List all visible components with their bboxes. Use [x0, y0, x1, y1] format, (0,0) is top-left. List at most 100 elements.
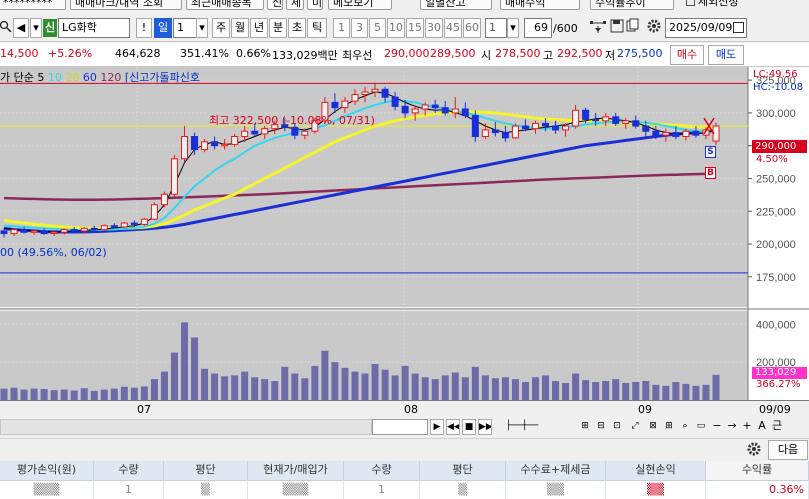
- unfilled-tab[interactable]: 미: [307, 0, 323, 10]
- candle-body: [411, 108, 419, 114]
- period-daily-button[interactable]: 일: [154, 18, 172, 38]
- period-tick-button[interactable]: 틱: [307, 18, 327, 38]
- trade-mark-tab[interactable]: 매매마크/내역 조회: [70, 0, 182, 10]
- crosshair-icon[interactable]: [588, 18, 610, 38]
- return-trend-tab[interactable]: 수익률추이: [590, 0, 674, 10]
- grid-icon[interactable]: ⊡: [610, 419, 624, 435]
- candle-body: [652, 130, 660, 136]
- magnify-icon[interactable]: ⌕: [678, 419, 692, 435]
- scrollbar-track[interactable]: [0, 419, 372, 435]
- account-tab[interactable]: *********: [0, 0, 66, 10]
- sell-button[interactable]: 매도: [708, 45, 744, 65]
- candle-body: [291, 126, 299, 136]
- memo-tab[interactable]: 메모보기: [328, 0, 392, 10]
- credit-tab[interactable]: 신: [267, 0, 283, 10]
- volume-bar: [241, 371, 249, 400]
- stop-icon[interactable]: ■: [462, 419, 476, 435]
- extra-button[interactable]: 근: [770, 419, 784, 435]
- scrollbar-thumb[interactable]: [372, 419, 428, 435]
- volume-tag: 133,029: [752, 367, 807, 379]
- volume-bar: [50, 390, 58, 400]
- chart-controls: ▶ ◀◀ ■ ▶▶ ├──┼── ⊞ ⊟ ⊡ ⤢ ⊠ ⊞ ⌕ ▭ − → + A…: [0, 418, 809, 438]
- rewind-icon[interactable]: ◀◀: [446, 419, 460, 435]
- tick-15-button[interactable]: 15: [406, 18, 424, 38]
- zoom-out-icon[interactable]: −: [710, 419, 724, 435]
- candle-body: [511, 125, 519, 139]
- indicator-icon[interactable]: ⊟: [594, 419, 608, 435]
- chart-type-icon[interactable]: ⊠: [646, 419, 660, 435]
- tick-10-button[interactable]: 10: [387, 18, 405, 38]
- next-button[interactable]: 다음: [768, 440, 808, 460]
- daily-balance-tab[interactable]: 일별잔고: [420, 0, 492, 10]
- price-chart[interactable]: 325,000300,000275,000250,000225,000200,0…: [0, 67, 809, 400]
- tick-3-button[interactable]: 3: [351, 18, 368, 38]
- tick-dropdown-icon[interactable]: ▾: [507, 18, 519, 38]
- fill-tab[interactable]: 체: [286, 0, 304, 10]
- candle-body: [241, 130, 249, 138]
- volume-bar: [381, 369, 389, 400]
- period-dropdown-icon[interactable]: ▾: [196, 18, 208, 38]
- buy-signal-marker[interactable]: B: [705, 167, 716, 179]
- volume-bar: [251, 377, 259, 400]
- tick-30-button[interactable]: 30: [425, 18, 443, 38]
- candle-body: [431, 104, 439, 109]
- date-input[interactable]: 2025/09/09: [665, 18, 747, 38]
- play-icon[interactable]: ▶: [430, 419, 444, 435]
- expand-icon[interactable]: ⤢: [628, 419, 642, 435]
- tick-1-button[interactable]: 1: [333, 18, 350, 38]
- period-second-button[interactable]: 초: [288, 18, 306, 38]
- alert-button[interactable]: !: [136, 18, 152, 38]
- tick-60-button[interactable]: 60: [463, 18, 481, 38]
- candle-body: [562, 125, 570, 131]
- period-month-button[interactable]: 월: [231, 18, 249, 38]
- calendar-icon[interactable]: [733, 22, 744, 33]
- candle-body: [421, 104, 429, 110]
- best-bid-1: 290,000: [384, 47, 430, 60]
- volume-pct-tag: 366.27%: [756, 379, 801, 390]
- candle-body: [201, 141, 209, 151]
- arrow-icon[interactable]: →: [725, 419, 739, 435]
- th-price-ratio: 현재가/매입가: [248, 461, 344, 480]
- period-year-button[interactable]: 년: [250, 18, 268, 38]
- candle-body: [170, 158, 178, 195]
- tick-45-button[interactable]: 45: [444, 18, 462, 38]
- recent-trades-tab[interactable]: 최근매매종목: [186, 0, 264, 10]
- buy-button[interactable]: 매수: [670, 45, 704, 65]
- search-icon[interactable]: [0, 18, 12, 38]
- candle-body: [552, 125, 560, 131]
- copy-icon[interactable]: [626, 18, 640, 38]
- ma-legend[interactable]: 가 단순 5 10 20 60 120 ⌈신고가돌파신호: [0, 69, 200, 85]
- td-return: 0.36%: [706, 480, 809, 499]
- fast-forward-icon[interactable]: ▶▶: [478, 419, 492, 435]
- floppy-save-icon[interactable]: [610, 18, 624, 38]
- sell-signal-marker[interactable]: S: [705, 146, 716, 158]
- legend-ma5: 5: [37, 71, 45, 84]
- font-size-button[interactable]: A: [755, 419, 769, 435]
- period-num-select[interactable]: 1: [173, 18, 197, 38]
- exclude-select-tab[interactable]: 제외선정: [682, 0, 762, 10]
- stock-dropdown-icon[interactable]: ▾: [30, 18, 42, 38]
- trade-profit-tab[interactable]: 매매수익: [500, 0, 580, 10]
- layout-icon[interactable]: ⊞: [662, 419, 676, 435]
- table-gear-icon[interactable]: [744, 441, 764, 461]
- volume-bar: [401, 365, 409, 400]
- volume-bar: [351, 371, 359, 400]
- stock-name-input[interactable]: LG화학: [58, 18, 130, 38]
- candle-body: [231, 136, 239, 145]
- draw-tool-icon[interactable]: ⊞: [578, 419, 592, 435]
- period-minute-button[interactable]: 분: [269, 18, 287, 38]
- candle-body: [542, 122, 550, 127]
- gear-icon[interactable]: [645, 18, 663, 38]
- zoom-in-icon[interactable]: +: [740, 419, 754, 435]
- candle-body: [10, 229, 18, 235]
- signal-legend-label: 신고가돌파신호: [129, 71, 200, 84]
- window-icon[interactable]: ▭: [694, 419, 708, 435]
- period-week-button[interactable]: 주: [212, 18, 230, 38]
- prev-stock-icon[interactable]: ◀: [13, 18, 29, 38]
- tick-count-select[interactable]: 1: [485, 18, 507, 38]
- range-slider-icon[interactable]: ├──┼──: [498, 419, 546, 435]
- high-value: 292,500: [557, 47, 603, 60]
- page-counter-input[interactable]: 69: [524, 18, 552, 38]
- candle-body: [572, 109, 580, 127]
- tick-5-button[interactable]: 5: [369, 18, 386, 38]
